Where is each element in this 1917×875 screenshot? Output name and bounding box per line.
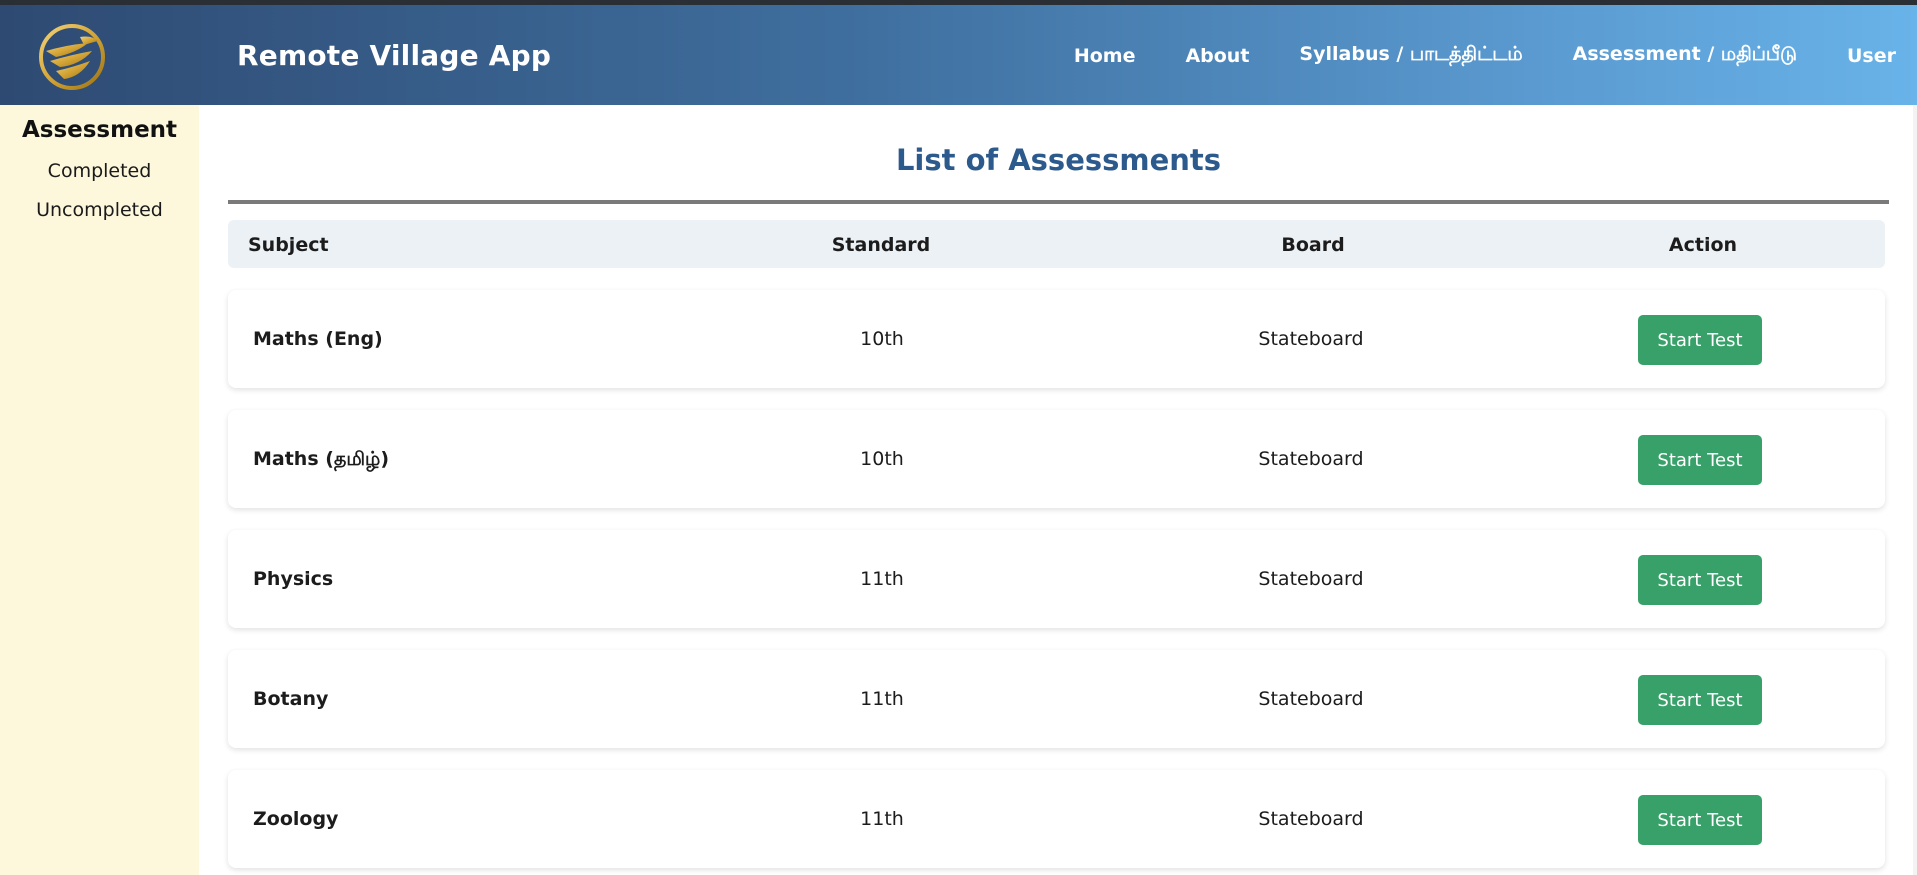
start-test-button[interactable]: Start Test [1638,795,1762,845]
board-cell: Stateboard [1258,328,1364,350]
table-row: Maths (தமிழ்) 10th Stateboard Start Test [228,410,1885,508]
nav-user[interactable]: User [1847,45,1896,67]
subject-cell: Maths (Eng) [253,328,383,350]
table-row: Botany 11th Stateboard Start Test [228,650,1885,748]
page-title: List of Assessments [895,143,1222,177]
column-header-action: Action [1668,234,1738,256]
table-row: Zoology 11th Stateboard Start Test [228,770,1885,868]
bird-emblem-icon[interactable] [36,21,108,93]
subject-cell: Physics [253,568,334,590]
standard-cell: 11th [860,568,904,590]
board-cell: Stateboard [1258,448,1364,470]
nav-about[interactable]: About [1185,45,1249,67]
nav-links: Home About Syllabus / பாடத்திட்டம் Asses… [1074,43,1917,68]
start-test-button[interactable]: Start Test [1638,675,1762,725]
scrollbar[interactable] [1913,105,1917,875]
sidebar-title: Assessment [21,117,178,143]
top-navbar: Remote Village App Home About Syllabus /… [0,5,1917,105]
start-test-button[interactable]: Start Test [1638,435,1762,485]
table-row: Physics 11th Stateboard Start Test [228,530,1885,628]
app-window: Remote Village App Home About Syllabus /… [0,0,1917,875]
nav-home[interactable]: Home [1074,45,1136,67]
sidebar-item-completed[interactable]: Completed [0,160,199,182]
start-test-button[interactable]: Start Test [1638,555,1762,605]
subject-cell: Zoology [253,808,339,830]
subject-cell: Maths (தமிழ்) [253,448,389,470]
start-test-button[interactable]: Start Test [1638,315,1762,365]
app-title: Remote Village App [237,39,552,72]
column-header-standard: Standard [831,234,931,256]
standard-cell: 11th [860,688,904,710]
board-cell: Stateboard [1258,688,1364,710]
board-cell: Stateboard [1258,808,1364,830]
board-cell: Stateboard [1258,568,1364,590]
column-header-board: Board [1281,234,1345,256]
subject-cell: Botany [253,688,329,710]
standard-cell: 11th [860,808,904,830]
table-row: Maths (Eng) 10th Stateboard Start Test [228,290,1885,388]
table-header: Subject Standard Board Action [228,220,1885,268]
nav-syllabus[interactable]: Syllabus / பாடத்திட்டம் [1299,43,1522,68]
standard-cell: 10th [860,328,904,350]
nav-assessment[interactable]: Assessment / மதிப்பீடு [1573,43,1797,68]
title-divider [228,200,1889,204]
sidebar-item-uncompleted[interactable]: Uncompleted [0,199,199,221]
standard-cell: 10th [860,448,904,470]
column-header-subject: Subject [248,234,329,256]
main-content: List of Assessments Subject Standard Boa… [199,105,1917,875]
sidebar: Assessment Completed Uncompleted [0,105,199,875]
